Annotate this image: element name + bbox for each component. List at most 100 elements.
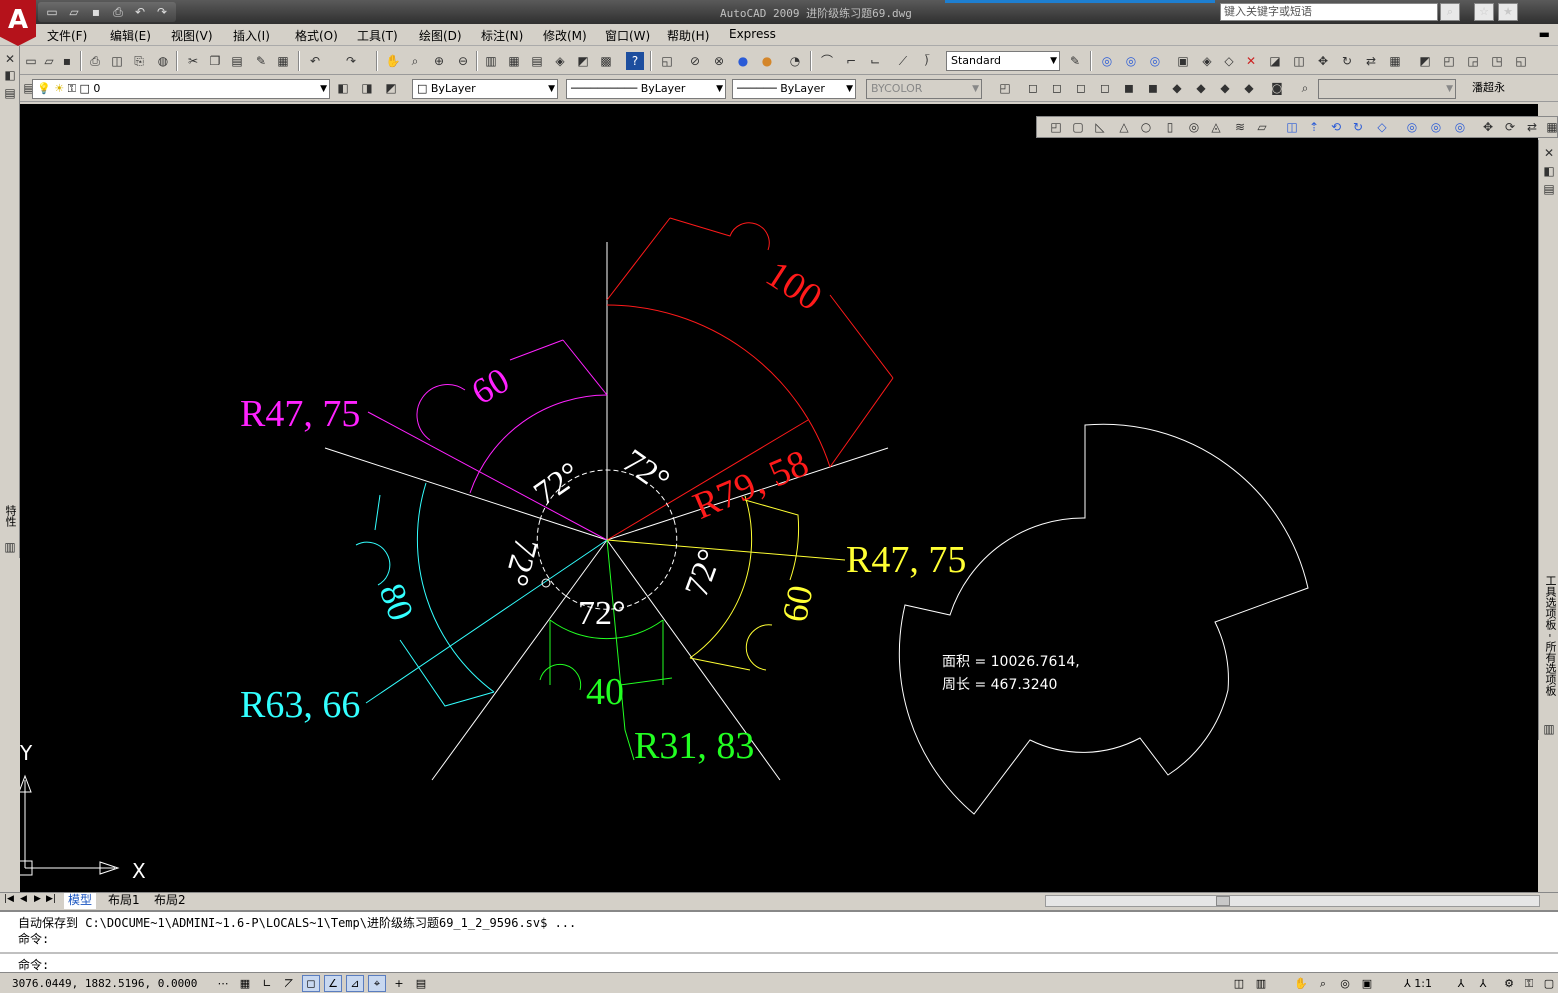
planar-surface-icon[interactable]: ▱ <box>1253 118 1271 136</box>
top-view-icon[interactable]: ◻ <box>1024 79 1042 97</box>
menu-help[interactable]: 帮助(H) <box>667 27 709 44</box>
favorites-icon[interactable]: ★ <box>1498 3 1518 21</box>
save-icon[interactable]: ▪ <box>58 52 76 70</box>
undo-icon[interactable]: ↶ <box>130 3 150 21</box>
loft-icon[interactable]: ◇ <box>1373 118 1391 136</box>
properties-palette-strip[interactable]: ✕ ◧ ▤ ▥ <box>0 46 20 558</box>
sweep-icon[interactable]: ⟲ <box>1327 118 1345 136</box>
ne-iso-icon[interactable]: ◆ <box>1216 79 1234 97</box>
last-tab-icon[interactable]: ▶| <box>46 894 56 904</box>
zoom-extents-icon[interactable]: ⌕ <box>1296 79 1314 97</box>
nw-iso-icon[interactable]: ◆ <box>1240 79 1258 97</box>
bottom-view-icon[interactable]: ◻ <box>1048 79 1066 97</box>
copy-icon[interactable]: ❐ <box>206 52 224 70</box>
intersect-icon[interactable]: ◎ <box>1451 118 1469 136</box>
visual-style-icon[interactable]: ◱ <box>658 52 676 70</box>
object-snap-icon[interactable]: ◻ <box>302 975 320 992</box>
trim-icon[interactable]: ⌙ <box>866 52 884 70</box>
scrollbar-thumb[interactable] <box>1216 896 1230 906</box>
command-prompt-input[interactable]: 命令: <box>18 956 49 973</box>
union-icon[interactable]: ◎ <box>1403 118 1421 136</box>
slice-icon[interactable]: ✕ <box>1242 52 1260 70</box>
sw-iso-icon[interactable]: ◆ <box>1168 79 1186 97</box>
horizontal-scrollbar[interactable] <box>1045 895 1540 907</box>
boolean-subtract-icon[interactable]: ◎ <box>1122 52 1140 70</box>
quick-properties-icon[interactable]: ▤ <box>412 975 430 992</box>
3d-dwf-icon[interactable]: ◍ <box>154 52 172 70</box>
object-snap-tracking-icon[interactable]: ∠ <box>324 975 342 992</box>
plot-preview-icon[interactable]: ◫ <box>108 52 126 70</box>
tool-palettes-icon[interactable]: ▥ <box>1540 720 1558 738</box>
undo-icon[interactable]: ↶ <box>306 52 324 70</box>
dynamic-ucs-icon[interactable]: ⊿ <box>346 975 364 992</box>
workspace-switch-icon[interactable]: ⚙ <box>1500 975 1518 992</box>
design-center-icon[interactable]: ▦ <box>505 52 523 70</box>
tab-layout1[interactable]: 布局1 <box>104 893 144 909</box>
extend-icon[interactable]: ⟋ <box>894 52 912 70</box>
snap-mode-icon[interactable]: ⋯ <box>214 975 232 992</box>
paste-icon[interactable]: ▤ <box>228 52 246 70</box>
redo-icon[interactable]: ↷ <box>152 3 172 21</box>
clean-screen-icon[interactable]: ▢ <box>1540 975 1558 992</box>
plot-icon[interactable]: ⎙ <box>86 52 104 70</box>
markup-icon[interactable]: ◩ <box>574 52 592 70</box>
annotation-visibility-icon[interactable]: ⅄ <box>1452 975 1470 992</box>
ortho-mode-icon[interactable]: ∟ <box>258 975 276 992</box>
auto-hide-icon[interactable]: ◧ <box>1540 162 1558 180</box>
3d-move-icon[interactable]: ✥ <box>1479 118 1497 136</box>
showmotion-icon[interactable]: ▣ <box>1358 975 1376 992</box>
fillet-icon[interactable]: ⌒ <box>818 52 836 70</box>
make-layer-current-icon[interactable]: ◧ <box>334 79 352 97</box>
auto-scale-icon[interactable]: ⅄ <box>1474 975 1492 992</box>
text-style-icon[interactable]: ✎ <box>1066 52 1084 70</box>
menu-dimension[interactable]: 标注(N) <box>481 27 523 44</box>
prev-tab-icon[interactable]: ◀ <box>20 894 27 904</box>
minimize-document-icon[interactable]: ▬ <box>1539 27 1550 41</box>
redo-icon[interactable]: ↷ <box>342 52 360 70</box>
pan-icon[interactable]: ✋ <box>384 52 402 70</box>
zoom-previous-icon[interactable]: ⊖ <box>454 52 472 70</box>
menu-draw[interactable]: 绘图(D) <box>419 27 462 44</box>
3d-move-icon[interactable]: ✥ <box>1314 52 1332 70</box>
named-views-icon[interactable]: ◰ <box>996 79 1014 97</box>
zoom-icon[interactable]: ⌕ <box>1314 975 1332 992</box>
menu-modify[interactable]: 修改(M) <box>543 27 587 44</box>
auto-hide-icon[interactable]: ◧ <box>1 66 19 84</box>
open-icon[interactable]: ▱ <box>40 52 58 70</box>
cursor-coordinates[interactable]: 3076.0449, 1882.5196, 0.0000 <box>12 977 197 990</box>
section-plane-icon[interactable]: ◩ <box>1416 52 1434 70</box>
block-editor-icon[interactable]: ▦ <box>274 52 292 70</box>
polar-tracking-icon[interactable]: ⦢ <box>280 975 298 992</box>
layout-space-icon[interactable]: ▥ <box>1252 975 1270 992</box>
2d-wireframe-icon[interactable]: ⊘ <box>686 52 704 70</box>
lineweight-select[interactable]: ────── ByLayer ▼ <box>732 79 856 99</box>
wedge-icon[interactable]: ◺ <box>1091 118 1109 136</box>
3d-rotate-icon[interactable]: ⟳ <box>1501 118 1519 136</box>
camera-view-icon[interactable]: ◙ <box>1268 79 1286 97</box>
calculator-icon[interactable]: ▩ <box>597 52 615 70</box>
cut-icon[interactable]: ✂ <box>184 52 202 70</box>
save-icon[interactable]: ▪ <box>86 3 106 21</box>
next-tab-icon[interactable]: ▶ <box>34 894 41 904</box>
torus-icon[interactable]: ◎ <box>1185 118 1203 136</box>
properties-icon[interactable]: ▥ <box>482 52 500 70</box>
visual-styles-manager-icon[interactable]: ◔ <box>786 52 804 70</box>
color-select[interactable]: □ ByLayer ▼ <box>412 79 558 99</box>
layer-select[interactable]: 💡 ☀ ⚿ □ 0 ▼ <box>32 79 330 99</box>
3d-rotate-icon[interactable]: ↻ <box>1338 52 1356 70</box>
extrude-icon[interactable]: ◫ <box>1283 118 1301 136</box>
properties-icon[interactable]: ▥ <box>1 538 19 556</box>
3d-array-icon[interactable]: ▦ <box>1543 118 1558 136</box>
polysolid-icon[interactable]: ◰ <box>1047 118 1065 136</box>
3d-array-icon[interactable]: ▦ <box>1386 52 1404 70</box>
model-space-icon[interactable]: ◫ <box>1230 975 1248 992</box>
publish-icon[interactable]: ⎘ <box>130 52 148 70</box>
se-iso-icon[interactable]: ◆ <box>1192 79 1210 97</box>
annotation-scale[interactable]: ⅄ 1:1 <box>1396 975 1440 992</box>
palette-menu-icon[interactable]: ▤ <box>1540 180 1558 198</box>
imprint-icon[interactable]: ◫ <box>1290 52 1308 70</box>
extrude-icon[interactable]: ▣ <box>1174 52 1192 70</box>
drawing-area[interactable]: 100 R79, 58 60 R47, 75 60 R47, 75 80 R63… <box>20 104 1538 892</box>
revolve-icon[interactable]: ◈ <box>1198 52 1216 70</box>
sweep-icon[interactable]: ◇ <box>1220 52 1238 70</box>
